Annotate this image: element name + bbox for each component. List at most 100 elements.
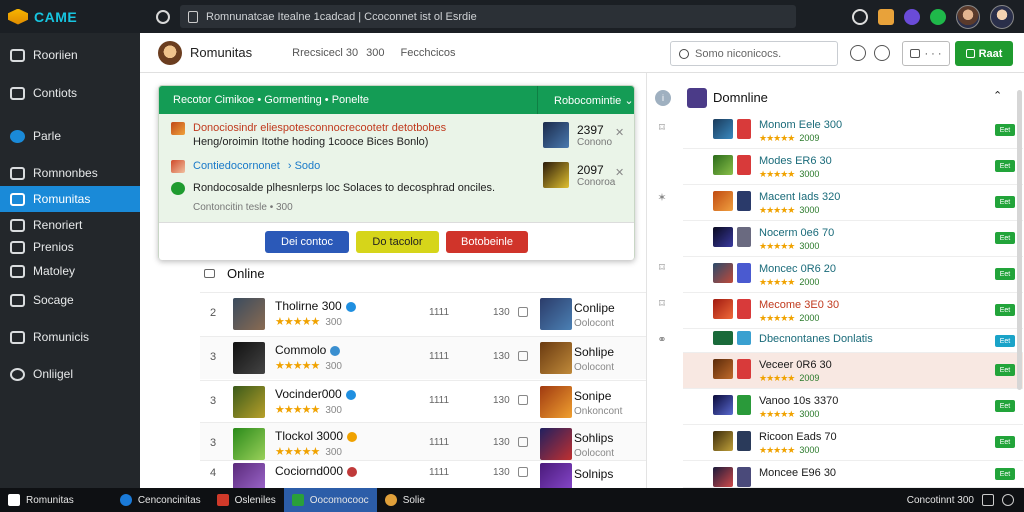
sidebar-item-communities[interactable]: Romunitas [0, 186, 140, 212]
table-row[interactable]: 3 Vocinder000 ★★★★★ 300 1111 130 Sonipe O… [200, 380, 680, 423]
list-item[interactable]: Veceer 0R6 30 ★★★★★ 2009 Eet [683, 353, 1023, 389]
sidebar-item-parle[interactable]: Parle [0, 123, 140, 149]
get-button[interactable]: Eet [995, 400, 1015, 412]
sidebar-item-prizes[interactable]: Prenios [0, 234, 140, 260]
get-button[interactable]: Eet [995, 436, 1015, 448]
network-icon[interactable] [1002, 494, 1014, 506]
row-checkbox[interactable] [518, 467, 528, 477]
message-icon [10, 330, 25, 344]
pin-icon[interactable]: ⌑ [647, 261, 677, 274]
chat-icon[interactable] [930, 8, 946, 25]
action-button[interactable]: Raat [955, 41, 1013, 66]
list-item[interactable]: Macent Iads 320 ★★★★★ 3000 Eet [683, 185, 1023, 221]
star-icon[interactable]: ✶ [647, 191, 677, 204]
list-item[interactable]: Moncec 0R6 20 ★★★★★ 2000 Eet [683, 257, 1023, 293]
sidebar-item-home[interactable]: Rooriien [0, 42, 140, 68]
sidebar-item-history[interactable]: Matoley [0, 258, 140, 284]
get-button[interactable]: Eet [995, 196, 1015, 208]
list-group-header[interactable]: Dbecnontanes Donlatis Eet [683, 329, 1023, 353]
discord-icon[interactable] [904, 8, 920, 25]
tag-icon [737, 299, 751, 319]
sidebar-item-online[interactable]: Onliigel [0, 361, 140, 387]
rating-stars: ★★★★★ 300 [275, 315, 342, 328]
taskbar-item[interactable]: Cenconcinitas [112, 488, 209, 512]
avatar[interactable] [956, 4, 980, 29]
action-button-label: Raat [978, 47, 1003, 60]
taskbar-item[interactable]: Solie [377, 488, 433, 512]
get-button[interactable]: Eet [995, 232, 1015, 244]
get-button[interactable]: Eet [995, 304, 1015, 316]
get-button[interactable]: Eet [995, 268, 1015, 280]
help-icon[interactable] [874, 45, 890, 61]
select-all-checkbox[interactable] [204, 269, 215, 278]
get-button[interactable]: Eet [995, 468, 1015, 480]
list-item[interactable]: Ricoon Eads 70 ★★★★★ 3000 Eet [683, 425, 1023, 461]
reload-icon[interactable] [156, 9, 170, 24]
row-substatus: Oolocont [574, 448, 615, 459]
list-item[interactable]: Vanoo 10s 3370 ★★★★★ 3000 Eet [683, 389, 1023, 425]
game-thumbnail [540, 298, 572, 330]
close-icon[interactable]: ✕ [615, 126, 624, 139]
dialog-title: Recotor Cimikoe • Gormenting • Ponelte [173, 94, 370, 106]
get-button[interactable]: Eet [995, 160, 1015, 172]
row-status: Conlipe [574, 301, 615, 315]
sidebar-item-contacts[interactable]: Contiots [0, 80, 140, 106]
header-link-1[interactable]: Rrecsicecl 30 [292, 47, 358, 59]
search-input[interactable]: Somo niconicocs. [670, 41, 838, 66]
sidebar: Rooriien Contiots Parle Romnonbes Romuni… [0, 33, 140, 488]
list-item[interactable]: Monom Eele 300 ★★★★★ 2009 Eet [683, 113, 1023, 149]
list-item[interactable]: Modes ER6 30 ★★★★★ 3000 Eet [683, 149, 1023, 185]
get-button[interactable]: Eet [995, 335, 1015, 347]
brand[interactable]: CAME [0, 8, 140, 25]
sidebar-item-storage[interactable]: Socage [0, 287, 140, 313]
address-bar[interactable]: Romnunatcae Itealne 1cadcad | Ccoconnet … [180, 5, 796, 28]
dialog-dropdown[interactable]: Robocomintie ⌄ [538, 94, 634, 107]
pin-icon[interactable]: ⌑ [647, 297, 677, 310]
link-icon[interactable]: ⚭ [647, 333, 677, 346]
table-row[interactable]: 2 Tholirne 300 ★★★★★ 300 1111 130 Conlipe… [200, 292, 680, 335]
close-icon[interactable]: ✕ [615, 166, 624, 179]
block-button[interactable]: Botobeinle [446, 231, 528, 253]
people-icon [10, 166, 25, 180]
user-icon[interactable] [878, 8, 894, 25]
notification-icon[interactable] [852, 8, 868, 25]
search-icon[interactable] [850, 45, 866, 61]
taskbar-item[interactable]: Osleniles [209, 488, 284, 512]
row-checkbox[interactable] [518, 395, 528, 405]
message-line-1: Donociosindr eliespotesconnocrecootetr d… [193, 122, 447, 134]
row-checkbox[interactable] [518, 437, 528, 447]
dialog-side-item[interactable]: 2097 Conoroa ✕ [543, 162, 624, 188]
scrollbar[interactable] [1017, 90, 1022, 390]
pin-icon[interactable]: ⌑ [647, 121, 677, 134]
taskbar-item[interactable]: Romunitas [0, 488, 82, 512]
table-row[interactable]: 3 Commolo ★★★★★ 300 1111 130 Sohlipe Oolo… [200, 336, 680, 379]
decline-button[interactable]: Dei contoc [265, 231, 349, 253]
grid-icon [10, 264, 25, 278]
volume-icon[interactable] [982, 494, 994, 506]
app-icon [384, 494, 397, 506]
message-link[interactable]: › Sodo [288, 160, 320, 172]
taskbar-item[interactable]: Oocomocooc [283, 488, 377, 512]
sidebar-item-communication[interactable]: Romunicis [0, 324, 140, 350]
table-row[interactable]: 4 Cociornd000 1111 130 Solnips [200, 460, 680, 488]
collapse-icon[interactable]: ⌃ [993, 89, 1002, 102]
cart-button[interactable]: · · · [902, 41, 950, 66]
taskbar-label: Solie [402, 494, 425, 506]
avatar-secondary[interactable] [990, 4, 1014, 29]
row-substatus: Oolocont [574, 318, 615, 329]
row-checkbox[interactable] [518, 307, 528, 317]
list-item[interactable]: Nocerm 0e6 70 ★★★★★ 3000 Eet [683, 221, 1023, 257]
game-thumbnail [233, 298, 265, 330]
info-icon[interactable]: i [655, 90, 671, 106]
list-item[interactable]: Mecome 3E0 30 ★★★★★ 2000 Eet [683, 293, 1023, 329]
list-item[interactable]: Moncee E96 30 Eet [683, 461, 1023, 488]
dialog-side-item[interactable]: 2397 Conono ✕ [543, 122, 624, 148]
sidebar-item-members[interactable]: Romnonbes [0, 160, 140, 186]
get-button[interactable]: Eet [995, 364, 1015, 376]
get-button[interactable]: Eet [995, 124, 1015, 136]
row-checkbox[interactable] [518, 351, 528, 361]
do-action-button[interactable]: Do tacolor [356, 231, 439, 253]
table-row[interactable]: 3 Tlockol 3000 ★★★★★ 300 1111 130 Sohlips… [200, 422, 680, 465]
header-link-3[interactable]: Fecchcicos [401, 47, 456, 59]
header-link-2[interactable]: 300 [366, 47, 384, 59]
